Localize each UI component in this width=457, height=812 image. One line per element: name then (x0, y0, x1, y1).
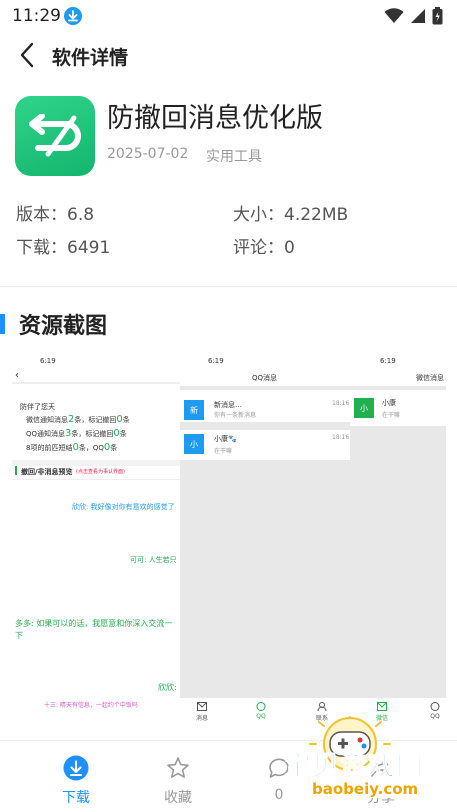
site-watermark: 宝贝游戏网 baobeiy.com (284, 709, 456, 812)
shot1-line3: 8项的前匹短结0条，QQ0条 (26, 442, 118, 453)
shot2-chat1-name: 新消息… (214, 401, 242, 409)
watermark-name: 宝贝游戏网 (284, 751, 424, 783)
shot2-time: 6:19 (208, 357, 224, 365)
section-title: 资源截图 (19, 314, 108, 339)
divider (0, 286, 457, 287)
shot1-msg5: 十三: 晴天有信息，一起约个中饭吗 (44, 702, 138, 709)
shot3-chat1-avatar: 小 (354, 398, 374, 418)
app-icon (15, 96, 95, 176)
shot1-line1: 微信通知消息2条，标记撤回0条 (26, 414, 130, 425)
shot2-chat2-sub: 在干嘛 (214, 448, 233, 455)
shot3-chat1-sub: 在干嘛 (382, 412, 401, 419)
watermark-url: baobeiy.com (308, 780, 423, 798)
favorite-tab[interactable]: 收藏 (133, 741, 223, 812)
shot1-tab-divider (12, 479, 180, 480)
download-icon (63, 755, 89, 781)
wifi-icon (384, 8, 404, 23)
shot-nav-messages: 消息 (196, 702, 208, 722)
comments-label: 评论： (233, 238, 284, 258)
app-category: 实用工具 (206, 149, 262, 165)
download-notification-icon (64, 7, 82, 25)
screenshot-2[interactable]: 6:19 QQ消息 新 新消息… 你有一条新消息 18:16 小 小康🐾 在干嘛… (180, 352, 350, 730)
shot1-divider (12, 382, 180, 384)
shot1-msg1: 欣欣: 我好像对你有意欢的感觉了 (72, 503, 175, 511)
shot2-chat2-time: 18:16 (332, 434, 350, 441)
comments-info: 评论：0 (233, 233, 295, 258)
shot1-msg2: 可可: 人生若只 (130, 556, 177, 564)
shot2-chat1-sub: 你有一条新消息 (214, 412, 257, 419)
page-title: 软件详情 (52, 47, 129, 69)
downloads-value: 6491 (67, 238, 111, 258)
undo-message-icon (29, 114, 81, 157)
downloads-info: 下载：6491 (16, 233, 110, 258)
screenshots-carousel[interactable]: 6:19 ‹ 防伴了您天 微信通知消息2条，标记撤回0条 QQ通知消息3条，标记… (12, 352, 446, 730)
shot3-chat1-name: 小康 (382, 399, 396, 407)
shot2-chat1[interactable] (180, 390, 350, 422)
download-label: 下载 (62, 790, 90, 806)
star-icon (167, 757, 189, 778)
version-label: 版本： (16, 205, 67, 225)
battery-icon (432, 7, 443, 25)
size-value: 4.22MB (284, 205, 349, 225)
status-time: 11:29 (12, 6, 61, 26)
shot1-card-title: 防伴了您天 (20, 403, 55, 411)
shot1-msg3: 多多: 如果可以的话，我愿意和你深入交流一下 (15, 619, 173, 640)
screenshot-1[interactable]: 6:19 ‹ 防伴了您天 微信通知消息2条，标记撤回0条 QQ通知消息3条，标记… (12, 352, 180, 730)
back-arrow-icon (20, 42, 34, 68)
version-info: 版本：6.8 (16, 200, 94, 225)
downloads-label: 下载： (16, 238, 67, 258)
shot2-chat2-avatar: 小 (184, 434, 204, 454)
status-bar: 11:29 (0, 0, 457, 32)
app-date: 2025-07-02 (107, 146, 189, 162)
back-button[interactable] (10, 38, 44, 72)
comment-count: 0 (274, 787, 284, 803)
shot1-tab-accent (15, 466, 17, 475)
status-icons (384, 7, 443, 25)
shot1-gap (12, 460, 180, 466)
shot1-tab-note: (点击查看为事认界面) (76, 469, 125, 475)
signal-icon (411, 9, 425, 23)
size-label: 大小： (233, 205, 284, 225)
shot1-back-icon: ‹ (15, 370, 19, 381)
shot2-chat2[interactable] (180, 430, 350, 460)
shot3-time: 6:19 (380, 357, 396, 365)
section-accent-bar (0, 314, 5, 334)
comments-value: 0 (284, 238, 295, 258)
shot3-title: 微信消息 (416, 374, 444, 382)
app-header: 软件详情 (0, 32, 457, 78)
screenshot-3[interactable]: 6:19 微信消息 小 小康 在干嘛 (350, 352, 446, 730)
version-value: 6.8 (67, 205, 95, 225)
size-info: 大小：4.22MB (233, 200, 348, 225)
shot1-time: 6:19 (40, 357, 56, 365)
shot2-chat1-time: 18:16 (332, 400, 350, 407)
shot2-title: QQ消息 (252, 374, 278, 382)
download-tab[interactable]: 下载 (31, 741, 121, 812)
shot2-chat2-name: 小康🐾 (214, 435, 237, 443)
favorite-label: 收藏 (164, 790, 192, 806)
shot1-tab-title: 撤回/非消息预览 (21, 468, 73, 476)
shot1-msg4: 欣欣: (158, 683, 177, 692)
shot1-line2: QQ通知消息3条，标记撤回0条 (26, 428, 127, 439)
shot2-chat1-avatar: 新 (184, 400, 204, 420)
app-name: 防撤回消息优化版 (107, 103, 323, 134)
shot-nav-qq: QQ (256, 702, 266, 720)
